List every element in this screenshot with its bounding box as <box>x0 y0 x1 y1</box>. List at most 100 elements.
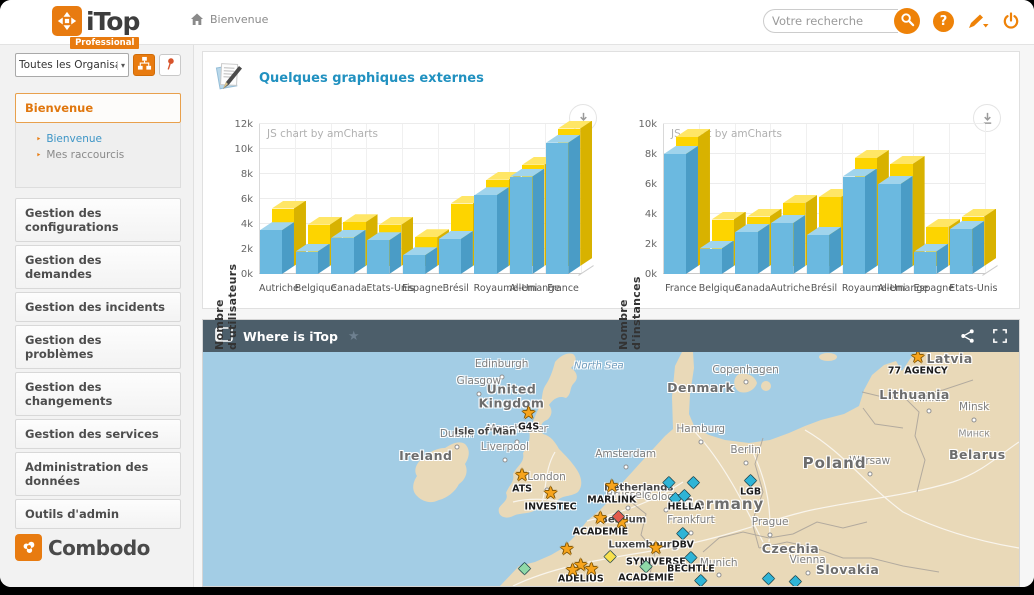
map-marker-star[interactable]: ★MARLINK <box>604 478 619 495</box>
star-icon: ★ <box>604 478 619 495</box>
city-dot <box>927 408 932 413</box>
charts-panel: Quelques graphiques externes 0k2k4k6k8k1… <box>202 51 1020 309</box>
x-axis-category-label: Autriche <box>259 283 295 294</box>
city-dot <box>626 505 631 510</box>
chevron-down-icon: ▾ <box>117 61 125 70</box>
map-marker-star[interactable]: ★INVESTEC <box>543 485 558 502</box>
hierarchy-button[interactable] <box>133 54 155 76</box>
sidebar-menu: Bienvenue ‣ Bienvenue ‣ Mes raccourcis G… <box>15 93 181 529</box>
map-canvas[interactable]: EdinburghGlasgowDublinManchesterLiverpoo… <box>203 352 1019 586</box>
city-dot <box>743 461 748 466</box>
diamond-icon: ◆ <box>677 525 689 540</box>
logout-power-icon[interactable] <box>1002 12 1020 30</box>
city-dot <box>623 464 628 469</box>
diamond-icon: ◆ <box>519 561 531 576</box>
map-marker-diamond[interactable]: ◆HELLA <box>679 487 691 502</box>
chart-bar-front <box>914 252 936 275</box>
chart-users: 0k2k4k6k8k10k12kAutricheBelgiqueCanadaEt… <box>207 100 611 300</box>
star-icon: ★ <box>543 485 558 502</box>
map-marker-diamond[interactable]: ◆ <box>790 574 802 586</box>
marker-label: INVESTEC <box>525 502 577 512</box>
home-icon[interactable] <box>190 13 204 26</box>
sidebar-item[interactable]: Gestion des configurations <box>15 198 181 242</box>
map-marker-diamond[interactable]: ◆BECHTLE <box>685 549 697 564</box>
sidebar-item[interactable]: Gestion des incidents <box>15 292 181 322</box>
city-dot <box>716 573 721 578</box>
city-dot <box>867 471 872 476</box>
star-icon: ★ <box>521 406 536 423</box>
city-dot <box>499 374 504 379</box>
organization-select[interactable]: Toutes les Organisation ▾ <box>15 53 129 77</box>
map-marker-star[interactable]: ★77 AGENCY <box>910 352 925 366</box>
diamond-icon: ◆ <box>640 559 652 574</box>
sidebar-item[interactable]: Gestion des demandes <box>15 245 181 289</box>
map-marker-star[interactable]: ★ATS <box>514 468 529 485</box>
help-icon[interactable]: ? <box>933 11 954 32</box>
search-input[interactable] <box>763 9 898 33</box>
sidebar-subitem-bienvenue[interactable]: ‣ Bienvenue <box>36 133 174 145</box>
y-axis-tick: 6k <box>623 179 657 190</box>
y-axis-tick: 4k <box>219 219 253 230</box>
favorite-star-icon[interactable]: ★ <box>348 329 360 344</box>
map-marker-diamond[interactable]: ◆LGB <box>745 473 757 488</box>
bullet-icon: ‣ <box>36 135 41 145</box>
pin-icon <box>163 56 177 75</box>
combodo-logo: Combodo <box>15 534 150 561</box>
star-icon: ★ <box>565 563 580 580</box>
sidebar-item[interactable]: Administration des données <box>15 452 181 496</box>
sidebar-item[interactable]: Gestion des changements <box>15 372 181 416</box>
x-axis-category-label: Etats-Unis <box>949 283 985 294</box>
map-marker-star[interactable]: ★ACADEMIE <box>593 511 608 528</box>
marker-label: G4S <box>518 423 539 433</box>
x-axis-category-label: Canada <box>735 283 771 294</box>
sidebar-item[interactable]: Gestion des problèmes <box>15 325 181 369</box>
city-dot <box>805 571 810 576</box>
marker-label: BECHTLE <box>667 564 715 574</box>
share-icon[interactable] <box>960 328 975 344</box>
x-axis-category-label: Belgique <box>699 283 735 294</box>
chart-bar-front <box>700 249 722 275</box>
map-marker-diamond[interactable]: ◆ <box>695 573 707 586</box>
main-content: Quelques graphiques externes 0k2k4k6k8k1… <box>194 45 1034 587</box>
map-marker-star[interactable]: ★SYNIVERSE <box>648 540 663 557</box>
sidebar-item[interactable]: Gestion des services <box>15 419 181 449</box>
map-marker-diamond[interactable]: ◆ <box>763 570 775 585</box>
map-marker-star[interactable]: ★G4S <box>521 406 536 423</box>
x-axis-category-label: Espagne <box>913 283 949 294</box>
edit-pencil-icon[interactable] <box>967 12 989 30</box>
sidebar-subitem-mes-raccourcis[interactable]: ‣ Mes raccourcis <box>36 149 174 161</box>
breadcrumb-label: Bienvenue <box>210 13 268 26</box>
chart-bar-front <box>510 177 532 275</box>
y-axis-tick: 10k <box>623 119 657 130</box>
x-axis-category-label: Royaume-Uni <box>842 283 878 294</box>
map-marker-star[interactable]: ★ <box>584 562 599 579</box>
marker-label: 77 AGENCY <box>888 366 948 376</box>
map-marker-diamond[interactable]: ◆ <box>604 548 616 563</box>
city-dot <box>698 440 703 445</box>
sidebar-subitem-label: Bienvenue <box>46 133 102 145</box>
chart-bar-front <box>807 235 829 274</box>
y-axis-tick: 8k <box>219 169 253 180</box>
map-marker-diamond[interactable]: ◆DBV <box>677 525 689 540</box>
map-marker-diamond[interactable]: ◆ <box>663 474 675 489</box>
x-axis-category-label: Allemange <box>878 283 914 294</box>
itop-logo-icon <box>52 6 82 36</box>
map-marker-star[interactable]: ★ <box>565 563 580 580</box>
sidebar-item-bienvenue[interactable]: Bienvenue <box>15 93 181 123</box>
y-axis-tick: 2k <box>623 239 657 250</box>
chart-bar-front <box>439 239 461 274</box>
y-axis-title: Nombre d'utilisateurs <box>213 250 239 350</box>
notebook-pen-icon <box>211 58 247 98</box>
city-dot <box>972 417 977 422</box>
chart-bar-front <box>771 223 793 274</box>
combodo-logo-icon <box>15 534 42 561</box>
map-marker-diamond[interactable]: ◆ <box>519 561 531 576</box>
pin-button[interactable] <box>159 54 181 76</box>
map-marker-diamond[interactable]: ◆ACADEMIE <box>640 559 652 574</box>
map-marker-diamond[interactable]: ◆ <box>613 508 625 523</box>
chart-bar-front <box>735 232 757 274</box>
fullscreen-icon[interactable] <box>993 329 1007 343</box>
y-axis-tick: 4k <box>623 209 657 220</box>
search-button[interactable] <box>894 8 920 34</box>
sidebar-item[interactable]: Outils d'admin <box>15 499 181 529</box>
